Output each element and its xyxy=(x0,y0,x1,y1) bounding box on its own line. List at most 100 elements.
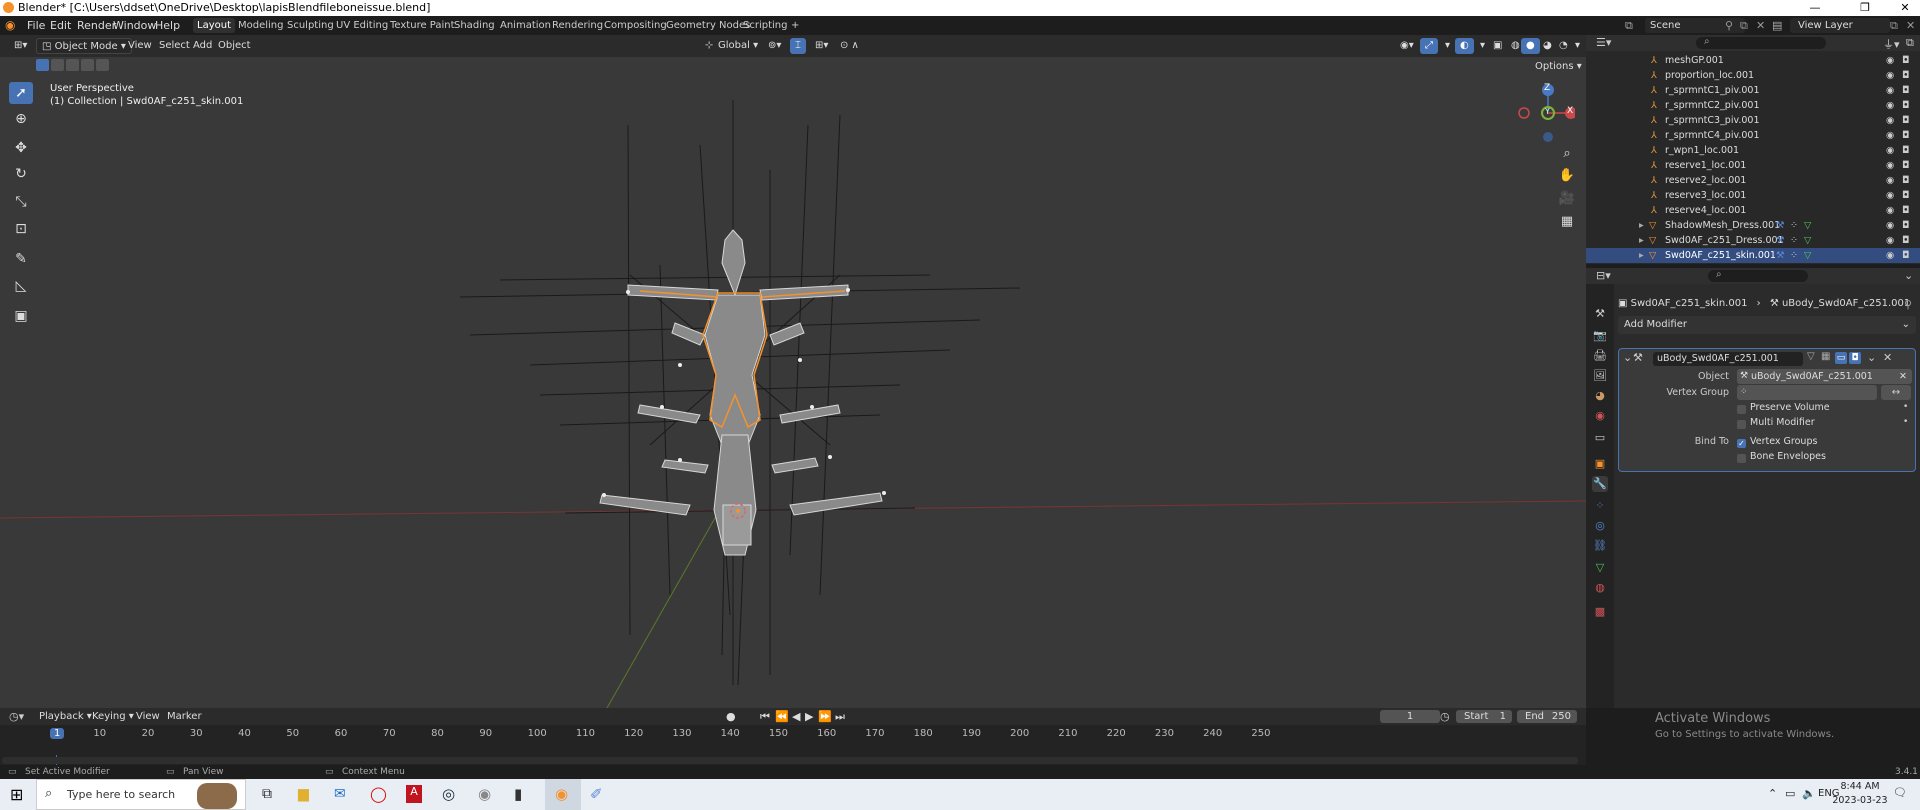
timeline-ruler[interactable]: 1 10 20 30 40 50 60 70 80 90 100 110 120 130 140 150 160… xyxy=(0,725,1586,766)
object-tab-icon[interactable]: ▣ xyxy=(1592,456,1608,472)
current-frame-field[interactable]: 1 xyxy=(1380,710,1440,723)
collection-tab-icon[interactable]: ▭ xyxy=(1592,430,1608,446)
snap-toggle-icon[interactable]: ⌶ xyxy=(790,38,806,54)
expand-arrow-icon[interactable]: ▸ xyxy=(1639,233,1644,248)
eye-visibility-icon[interactable]: ◉ xyxy=(1886,218,1894,233)
adobe-icon[interactable]: A xyxy=(406,785,422,803)
transform-tool-icon[interactable]: ⊡ xyxy=(9,218,33,240)
gizmo-toggle-icon[interactable]: ⤢ xyxy=(1420,38,1438,54)
app-tool-icon[interactable]: ✐ xyxy=(590,785,603,803)
eye-visibility-icon[interactable]: ◉ xyxy=(1886,248,1894,263)
measure-tool-icon[interactable]: ◺ xyxy=(9,275,33,297)
playback-menu[interactable]: Playback ▾ xyxy=(39,711,92,722)
auto-keying-icon[interactable]: ● xyxy=(726,710,736,723)
workspace-tab-uv-editing[interactable]: UV Editing xyxy=(332,18,392,33)
mesh-data-icon[interactable]: ▽ xyxy=(1804,233,1811,248)
editor-type-icon[interactable]: ⊞▾ xyxy=(9,38,32,54)
clock-time[interactable]: 8:44 AM xyxy=(1838,781,1882,792)
vertex-groups-checkbox[interactable]: ✓ xyxy=(1737,439,1746,448)
zoom-icon[interactable]: ⌕ xyxy=(1556,144,1578,164)
workspace-tab-compositing[interactable]: Compositing xyxy=(600,18,671,33)
modifier-wrench-icon[interactable]: ⚒ xyxy=(1776,248,1785,263)
eye-visibility-icon[interactable]: ◉ xyxy=(1886,83,1894,98)
particles-tab-icon[interactable]: ⁘ xyxy=(1592,498,1608,514)
app-book-icon[interactable]: ▮ xyxy=(514,785,522,803)
outliner-row[interactable]: ⅄ meshGP.001 ◉ ◘ xyxy=(1586,53,1920,68)
workspace-tab-animation[interactable]: Animation xyxy=(496,18,555,33)
ortho-grid-icon[interactable]: ▦ xyxy=(1556,212,1578,232)
cursor-tool-icon[interactable]: ⊕ xyxy=(9,108,33,130)
viewlayer-selector[interactable]: View Layer xyxy=(1798,16,1853,35)
render-camera-icon[interactable]: ◘ xyxy=(1902,83,1910,98)
task-view-icon[interactable]: ⧉ xyxy=(262,786,272,802)
scene-tab-icon[interactable]: ◕ xyxy=(1592,388,1608,404)
properties-search-input[interactable] xyxy=(1708,270,1808,282)
eye-visibility-icon[interactable]: ◉ xyxy=(1886,203,1894,218)
workspace-tab-layout[interactable]: Layout xyxy=(193,18,235,33)
object-field[interactable]: ⚒ uBody_Swd0AF_c251.001 ✕ xyxy=(1737,369,1912,384)
multi-modifier-keyframe-icon[interactable]: • xyxy=(1903,417,1908,427)
bone-envelopes-checkbox[interactable] xyxy=(1737,454,1746,463)
select-invert-icon[interactable] xyxy=(81,59,94,71)
render-camera-icon[interactable]: ◘ xyxy=(1902,68,1910,83)
workspace-tab-rendering[interactable]: Rendering xyxy=(548,18,607,33)
render-camera-icon[interactable]: ◘ xyxy=(1902,203,1910,218)
keying-menu[interactable]: Keying ▾ xyxy=(92,711,134,722)
filter-icon[interactable]: ⏚▾ xyxy=(1883,36,1900,52)
render-camera-icon[interactable]: ◘ xyxy=(1902,233,1910,248)
modifier-wrench-icon[interactable]: ⚒ xyxy=(1776,218,1785,233)
outliner-row[interactable]: ⅄ r_sprmntC4_piv.001 ◉ ◘ xyxy=(1586,128,1920,143)
mail-icon[interactable]: ✉ xyxy=(334,786,346,802)
render-toggle-icon[interactable]: ◘ xyxy=(1849,352,1861,364)
minimize-button[interactable]: — xyxy=(1800,0,1830,16)
workspace-tab-shading[interactable]: Shading xyxy=(450,18,499,33)
modifier-name-input[interactable]: uBody_Swd0AF_c251.001 xyxy=(1653,352,1803,366)
eye-visibility-icon[interactable]: ◉ xyxy=(1886,188,1894,203)
render-camera-icon[interactable]: ◘ xyxy=(1902,188,1910,203)
vertex-groups-icon[interactable]: ⁘ xyxy=(1790,218,1798,233)
add-workspace-button[interactable]: + xyxy=(787,18,803,33)
steam-icon[interactable]: ◎ xyxy=(442,785,455,803)
eye-visibility-icon[interactable]: ◉ xyxy=(1886,128,1894,143)
add-cube-tool-icon[interactable]: ▣ xyxy=(9,305,33,327)
outliner-row[interactable]: ⅄ reserve2_loc.001 ◉ ◘ xyxy=(1586,173,1920,188)
menu-edit[interactable]: Edit xyxy=(50,16,71,35)
preserve-volume-keyframe-icon[interactable]: • xyxy=(1903,402,1908,412)
tool-tab-icon[interactable]: ⚒ xyxy=(1592,306,1608,322)
options-dropdown[interactable]: Options ▾ xyxy=(1535,61,1582,72)
outliner-row[interactable]: ⅄ proportion_loc.001 ◉ ◘ xyxy=(1586,68,1920,83)
app-disc-icon[interactable]: ◉ xyxy=(478,785,491,803)
vertex-groups-icon[interactable]: ⁘ xyxy=(1790,233,1798,248)
modifier-wrench-icon[interactable]: ⚒ xyxy=(1776,233,1785,248)
gizmo-dropdown-icon[interactable]: ▾ xyxy=(1440,38,1455,54)
timeline-scrollbar[interactable] xyxy=(2,757,1578,764)
visibility-icon[interactable]: ◉▾ xyxy=(1395,38,1419,54)
shading-options-icon[interactable]: ▾ xyxy=(1570,38,1585,54)
mesh-data-icon[interactable]: ▽ xyxy=(1804,248,1811,263)
new-collection-icon[interactable]: ⧉ xyxy=(1906,36,1914,50)
orientation-selector[interactable]: Global ▾ xyxy=(713,38,763,54)
clear-object-icon[interactable]: ✕ xyxy=(1899,369,1907,384)
expand-arrow-icon[interactable]: ▸ xyxy=(1639,248,1644,263)
blender-taskbar-icon[interactable]: ◉ xyxy=(555,785,568,803)
render-camera-icon[interactable]: ◘ xyxy=(1902,98,1910,113)
menu-help[interactable]: Help xyxy=(155,16,180,35)
jump-start-icon[interactable]: ⏮ xyxy=(760,710,770,724)
constraints-tab-icon[interactable]: ⛓ xyxy=(1592,538,1608,554)
on-cage-toggle-icon[interactable]: ▦ xyxy=(1821,351,1830,362)
select-extend-icon[interactable] xyxy=(51,59,64,71)
render-camera-icon[interactable]: ◘ xyxy=(1902,143,1910,158)
render-camera-icon[interactable]: ◘ xyxy=(1902,113,1910,128)
add-modifier-button[interactable]: Add Modifier ⌄ xyxy=(1618,316,1916,334)
texture-tab-icon[interactable]: ▩ xyxy=(1592,604,1608,620)
world-tab-icon[interactable]: ◉ xyxy=(1592,408,1608,424)
data-tab-icon[interactable]: ▽ xyxy=(1592,560,1608,576)
properties-editor-icon[interactable]: ⊟▾ xyxy=(1596,269,1611,282)
windows-start-icon[interactable]: ⊞ xyxy=(10,785,23,804)
menu-window[interactable]: Window xyxy=(113,16,156,35)
viewport-display-toggle-icon[interactable]: ▭ xyxy=(1835,352,1847,364)
preview-range-icon[interactable]: ◷ xyxy=(1440,710,1450,723)
material-tab-icon[interactable]: ◍ xyxy=(1592,580,1608,596)
play-icon[interactable]: ▶ xyxy=(805,710,813,723)
eye-visibility-icon[interactable]: ◉ xyxy=(1886,233,1894,248)
